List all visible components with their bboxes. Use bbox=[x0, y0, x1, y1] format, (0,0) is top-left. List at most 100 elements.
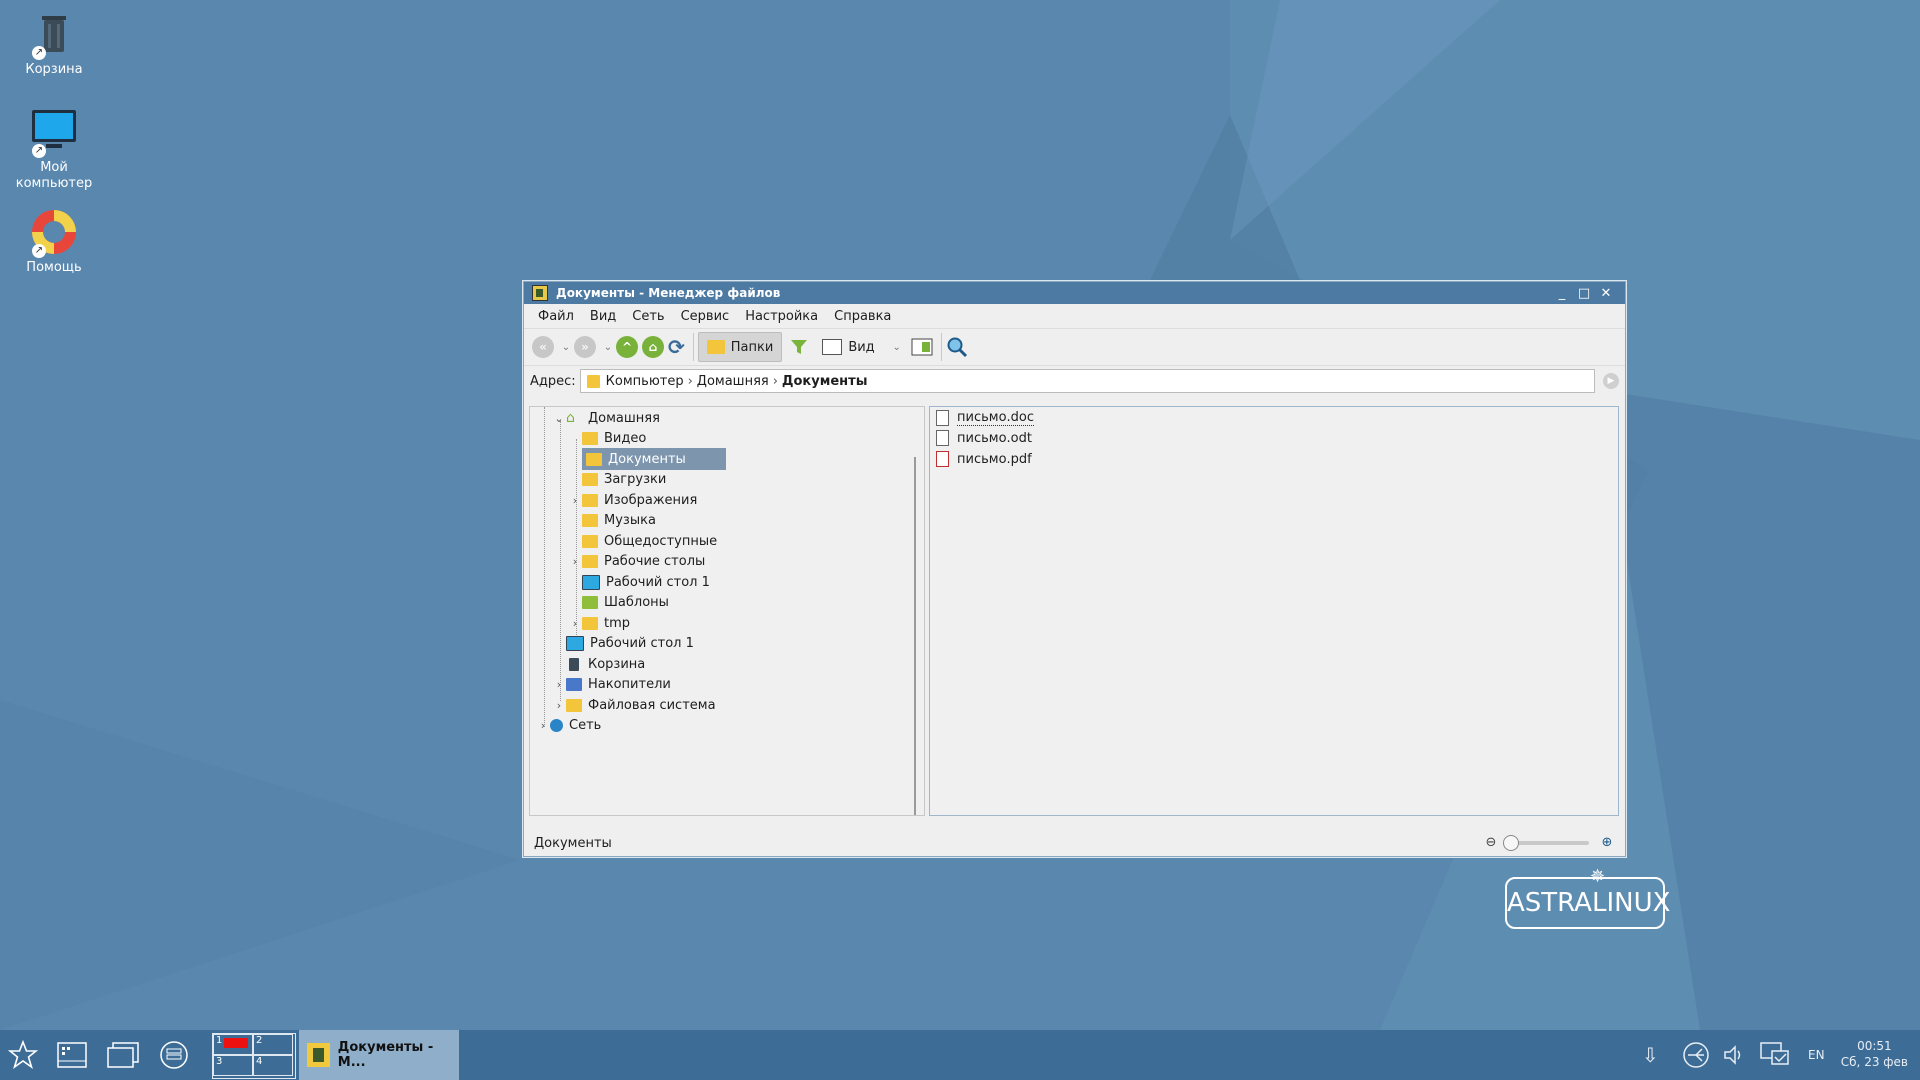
menu-help[interactable]: Справка bbox=[826, 309, 899, 324]
forward-button[interactable]: » bbox=[574, 333, 596, 361]
workspace-3[interactable]: 3 bbox=[213, 1055, 253, 1076]
window-app-icon bbox=[532, 285, 548, 301]
tree-item-video[interactable]: Видео bbox=[568, 427, 646, 449]
tree-item-label: Рабочий стол 1 bbox=[606, 574, 710, 590]
menu-bar: Файл Вид Сеть Сервис Настройка Справка bbox=[524, 304, 1625, 329]
expand-icon[interactable]: › bbox=[552, 678, 566, 691]
desktop-icon-trash[interactable]: ↗ Корзина bbox=[6, 8, 102, 78]
forward-history-dropdown[interactable]: ⌄ bbox=[600, 342, 616, 353]
folders-toggle-button[interactable]: Папки bbox=[697, 332, 783, 362]
file-item-doc[interactable]: письмо.doc bbox=[936, 407, 1035, 429]
tree-item-templates[interactable]: Шаблоны bbox=[568, 591, 669, 613]
zoom-slider[interactable] bbox=[1503, 835, 1589, 851]
zoom-in-icon[interactable]: ⊕ bbox=[1599, 835, 1615, 851]
up-button[interactable]: ^ bbox=[616, 333, 638, 361]
keyboard-layout-indicator[interactable]: EN bbox=[1808, 1030, 1832, 1080]
tree-item-tmp[interactable]: › tmp bbox=[568, 612, 630, 634]
minimize-button[interactable]: _ bbox=[1551, 286, 1573, 301]
astra-linux-logo: ASTRALINUX bbox=[1505, 877, 1670, 929]
start-menu-button[interactable] bbox=[4, 1030, 42, 1080]
tree-item-label: Документы bbox=[608, 451, 686, 467]
workspace-1[interactable]: 1 bbox=[213, 1034, 253, 1055]
status-bar: Документы ⊖ ⊕ bbox=[524, 830, 1625, 856]
address-bar: Адрес: Компьютер › Домашняя › Документы … bbox=[524, 366, 1625, 396]
folders-label: Папки bbox=[730, 339, 774, 355]
file-manager-launcher[interactable] bbox=[156, 1030, 192, 1080]
home-button[interactable]: ⌂ bbox=[642, 333, 664, 361]
tree-item-label: tmp bbox=[604, 615, 631, 631]
tree-scrollbar[interactable] bbox=[914, 457, 916, 815]
file-item-pdf[interactable]: письмо.pdf bbox=[936, 448, 1032, 470]
close-button[interactable]: ✕ bbox=[1595, 286, 1617, 301]
view-mode-button[interactable]: Вид bbox=[822, 333, 875, 361]
tray-display-icon[interactable] bbox=[1760, 1030, 1790, 1080]
window-switcher-button[interactable] bbox=[104, 1030, 142, 1080]
back-button[interactable]: « bbox=[532, 333, 554, 361]
file-item-odt[interactable]: письмо.odt bbox=[936, 427, 1032, 449]
trash-icon bbox=[569, 657, 579, 671]
file-manager-window: Документы - Менеджер файлов _ □ ✕ Файл В… bbox=[523, 281, 1626, 857]
expand-icon[interactable]: › bbox=[536, 719, 550, 732]
breadcrumb-current[interactable]: Документы bbox=[782, 374, 868, 389]
address-field[interactable]: Компьютер › Домашняя › Документы bbox=[579, 369, 1595, 393]
title-bar[interactable]: Документы - Менеджер файлов _ □ ✕ bbox=[524, 282, 1625, 304]
tree-item-music[interactable]: Музыка bbox=[568, 509, 656, 531]
expand-icon[interactable]: › bbox=[568, 555, 582, 568]
taskbar-window-button[interactable]: Документы - М... bbox=[299, 1030, 459, 1080]
tree-item-downloads[interactable]: Загрузки bbox=[568, 468, 666, 490]
tree-item-home[interactable]: ⌄ ⌂ Домашняя bbox=[552, 407, 660, 429]
maximize-button[interactable]: □ bbox=[1573, 286, 1595, 301]
tree-item-drives[interactable]: › Накопители bbox=[552, 673, 671, 695]
menu-view[interactable]: Вид bbox=[582, 309, 624, 324]
templates-folder-icon bbox=[582, 595, 598, 609]
tree-item-desktops[interactable]: › Рабочие столы bbox=[568, 550, 706, 572]
zoom-out-icon[interactable]: ⊖ bbox=[1483, 835, 1499, 851]
clock[interactable]: 00:51 Сб, 23 фев bbox=[1841, 1038, 1908, 1070]
menu-file[interactable]: Файл bbox=[530, 309, 582, 324]
tree-item-trash[interactable]: Корзина bbox=[552, 653, 645, 675]
menu-settings[interactable]: Настройка bbox=[737, 309, 826, 324]
tray-download-icon[interactable]: ⇩ bbox=[1642, 1030, 1666, 1080]
tree-item-label: Накопители bbox=[588, 676, 671, 692]
filter-icon bbox=[791, 340, 808, 354]
tree-item-desktop-1[interactable]: Рабочий стол 1 bbox=[568, 571, 710, 593]
tray-volume-icon[interactable] bbox=[1722, 1030, 1748, 1080]
go-button[interactable]: ▶ bbox=[1603, 373, 1619, 389]
collapse-icon[interactable]: ⌄ bbox=[552, 412, 566, 425]
refresh-button[interactable]: ⟳ bbox=[668, 333, 685, 361]
tray-network-icon[interactable] bbox=[1682, 1030, 1710, 1080]
window-title: Документы - Менеджер файлов bbox=[556, 286, 781, 300]
zoom-slider-handle[interactable] bbox=[1503, 835, 1519, 851]
tree-item-label: Корзина bbox=[588, 656, 646, 672]
back-history-dropdown[interactable]: ⌄ bbox=[558, 342, 574, 353]
desktop-icon-my-computer[interactable]: ↗ Мой компьютер bbox=[6, 106, 102, 192]
new-panel-button[interactable] bbox=[911, 333, 933, 361]
show-desktop-button[interactable] bbox=[54, 1030, 90, 1080]
breadcrumb-home[interactable]: Домашняя bbox=[697, 374, 769, 389]
tree-item-desktop-1-root[interactable]: Рабочий стол 1 bbox=[552, 632, 694, 654]
tree-guide bbox=[544, 407, 545, 727]
workspace-4[interactable]: 4 bbox=[253, 1055, 293, 1076]
monitor-icon: ↗ bbox=[28, 106, 80, 158]
breadcrumb-computer[interactable]: Компьютер bbox=[606, 374, 684, 389]
tree-item-documents[interactable]: Документы bbox=[582, 448, 726, 470]
tree-item-network[interactable]: › Сеть bbox=[536, 714, 602, 736]
tree-item-label: Домашняя bbox=[588, 410, 660, 426]
workspace-pager[interactable]: 1 2 3 4 bbox=[212, 1033, 296, 1079]
expand-icon[interactable]: › bbox=[568, 617, 582, 630]
expand-icon[interactable]: › bbox=[568, 494, 582, 507]
filter-button[interactable] bbox=[786, 333, 812, 361]
desktop-icon-help[interactable]: ↗ Помощь bbox=[6, 206, 102, 276]
workspace-2[interactable]: 2 bbox=[253, 1034, 293, 1055]
tree-item-images[interactable]: › Изображения bbox=[568, 489, 698, 511]
search-button[interactable] bbox=[946, 333, 968, 361]
content-panes: ⌄ ⌂ Домашняя Видео Документы Загрузки › bbox=[529, 406, 1619, 816]
tree-item-filesystem[interactable]: › Файловая система bbox=[552, 694, 716, 716]
expand-icon[interactable]: › bbox=[552, 699, 566, 712]
view-mode-dropdown[interactable]: ⌄ bbox=[889, 342, 905, 353]
breadcrumb-separator: › bbox=[687, 373, 693, 389]
menu-service[interactable]: Сервис bbox=[673, 309, 738, 324]
menu-network[interactable]: Сеть bbox=[624, 309, 672, 324]
documents-folder-icon bbox=[586, 374, 600, 388]
tree-item-public[interactable]: Общедоступные bbox=[568, 530, 717, 552]
